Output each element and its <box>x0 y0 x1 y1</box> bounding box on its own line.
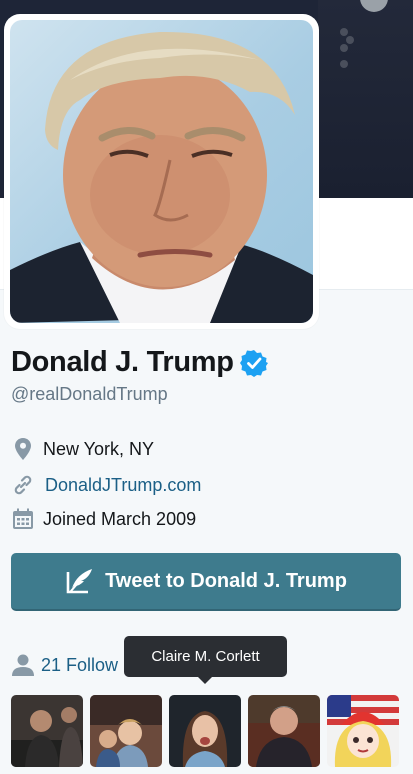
suit-button <box>340 44 348 52</box>
tweet-to-button[interactable]: Tweet to Donald J. Trump <box>11 553 401 611</box>
profile-avatar[interactable] <box>10 20 313 323</box>
calendar-icon <box>11 507 35 531</box>
banner-suit-area <box>318 0 413 198</box>
map-pin-icon <box>11 437 35 461</box>
followers-thumbnails <box>11 695 399 767</box>
follower-name-tooltip: Claire M. Corlett <box>124 636 287 684</box>
person-icon <box>12 654 34 676</box>
profile-website[interactable]: DonaldJTrump.com <box>11 473 201 497</box>
suit-button <box>346 36 354 44</box>
profile-name[interactable]: Donald J. Trump <box>11 346 234 379</box>
avatar-portrait <box>10 31 313 323</box>
joined-text: Joined March 2009 <box>43 508 197 529</box>
compose-quill-icon <box>66 569 93 594</box>
follower-avatar[interactable] <box>248 695 320 767</box>
follower-avatar[interactable] <box>11 695 83 767</box>
profile-handle[interactable]: @realDonaldTrump <box>11 384 168 405</box>
website-link[interactable]: DonaldJTrump.com <box>45 475 201 496</box>
tweet-to-label: Tweet to Donald J. Trump <box>105 569 347 592</box>
follower-avatar[interactable] <box>90 695 162 767</box>
location-text: New York, NY <box>43 438 155 459</box>
suit-button <box>340 60 348 68</box>
followers-you-know-link[interactable]: 21 Follow <box>11 653 118 677</box>
profile-location: New York, NY <box>11 437 154 461</box>
follower-avatar[interactable] <box>327 695 399 767</box>
profile-joined: Joined March 2009 <box>11 507 196 531</box>
profile-avatar-frame[interactable] <box>4 14 319 329</box>
follower-avatar[interactable] <box>169 695 241 767</box>
followers-you-know-label: 21 Follow <box>41 654 119 675</box>
profile-name-row: Donald J. Trump <box>11 346 268 379</box>
link-icon <box>11 473 35 497</box>
verified-badge-icon <box>239 349 268 377</box>
suit-button <box>340 28 348 36</box>
